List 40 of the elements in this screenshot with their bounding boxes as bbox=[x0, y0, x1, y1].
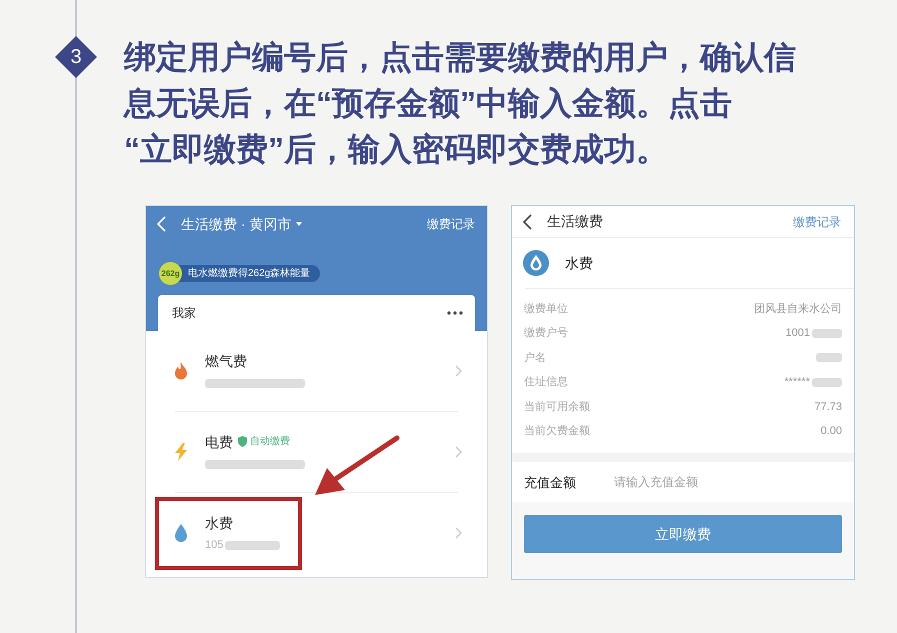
detail-value: ****** bbox=[784, 375, 810, 390]
bill-title: 燃气费 bbox=[205, 352, 247, 370]
screen-title: 生活缴费 bbox=[547, 212, 603, 231]
caret-icon[interactable] bbox=[296, 222, 302, 226]
detail-value: 团风县自来水公司 bbox=[754, 302, 842, 317]
screen-title: 生活缴费 · 黄冈市 bbox=[181, 214, 292, 234]
water-drop-icon bbox=[173, 524, 189, 542]
chevron-right-icon bbox=[455, 527, 462, 539]
amount-label: 充值金额 bbox=[524, 474, 577, 492]
shield-icon bbox=[238, 436, 247, 447]
bill-title: 电费 bbox=[205, 432, 233, 452]
energy-value-badge: 262g bbox=[159, 262, 182, 285]
detail-value: 0.00 bbox=[820, 424, 842, 439]
detail-label: 户名 bbox=[524, 350, 546, 366]
bill-title: 水费 bbox=[205, 514, 233, 532]
bill-list-item[interactable]: 燃气费 bbox=[146, 331, 487, 411]
detail-label: 当前欠费金额 bbox=[524, 424, 590, 439]
lightning-icon bbox=[173, 443, 189, 461]
water-drop-icon bbox=[523, 250, 549, 276]
auto-pay-tag: 自动缴费 bbox=[250, 434, 290, 449]
detail-label: 缴费户号 bbox=[524, 326, 568, 342]
step-number-badge: 3 bbox=[55, 36, 97, 78]
account-number: 105 bbox=[205, 538, 224, 554]
chevron-right-icon bbox=[455, 365, 462, 377]
bill-list-item[interactable]: 水费 105 bbox=[146, 493, 487, 573]
bill-list-item[interactable]: 电费 自动缴费 bbox=[146, 412, 487, 492]
instruction-text: 绑定用户编号后，点击需要缴费的用户，确认信 息无误后，在“预存金额”中输入金额。点击 “立即缴费”后，输入密码即交费成功。 bbox=[124, 38, 796, 169]
back-icon[interactable] bbox=[523, 214, 532, 230]
history-link[interactable]: 缴费记录 bbox=[427, 215, 475, 233]
more-icon[interactable] bbox=[447, 311, 463, 315]
detail-value: 1001 bbox=[786, 326, 810, 342]
bill-title: 水费 bbox=[565, 254, 593, 272]
flame-icon bbox=[173, 362, 189, 380]
detail-label: 当前可用余额 bbox=[524, 400, 590, 414]
detail-value: 77.73 bbox=[814, 400, 842, 414]
detail-label: 缴费单位 bbox=[524, 302, 568, 317]
group-title: 我家 bbox=[172, 305, 196, 322]
detail-label: 住址信息 bbox=[524, 375, 568, 390]
chevron-right-icon bbox=[455, 446, 462, 458]
amount-input[interactable]: 请输入充值金额 bbox=[614, 469, 842, 496]
